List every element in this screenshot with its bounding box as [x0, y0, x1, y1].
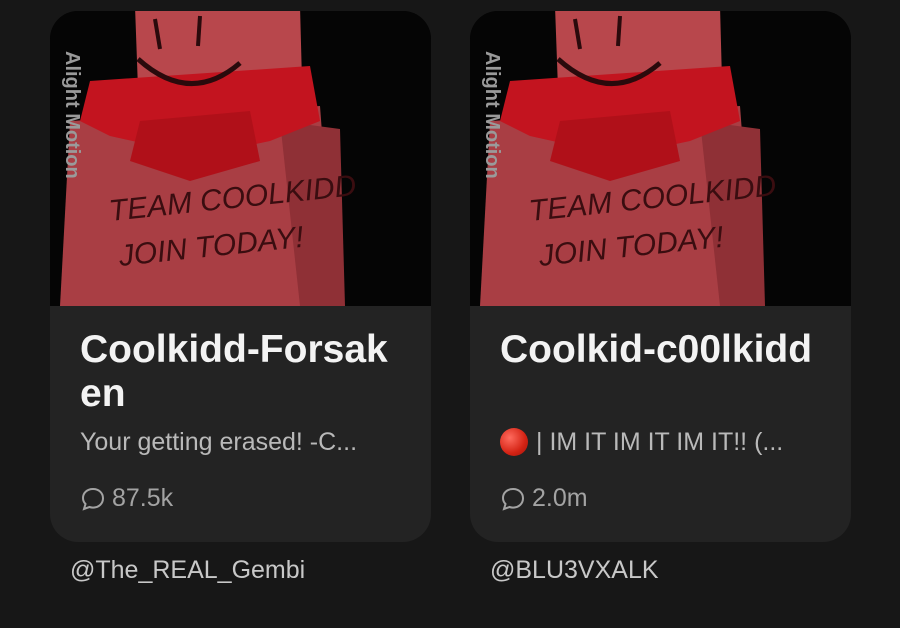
- character-card-wrap: TEAM COOLKIDD JOIN TODAY! Alight Motion …: [50, 11, 431, 585]
- character-title: Coolkid-c00lkidd: [500, 328, 813, 371]
- red-circle-icon: [500, 428, 528, 456]
- chat-bubble-icon: [501, 487, 525, 511]
- character-title: Coolkidd-Forsaken: [80, 328, 388, 415]
- chat-bubble-icon: [81, 487, 105, 511]
- character-grid: TEAM COOLKIDD JOIN TODAY! Alight Motion …: [0, 0, 900, 628]
- character-thumbnail: TEAM COOLKIDD JOIN TODAY! Alight Motion: [50, 11, 431, 306]
- interaction-count-value: 87.5k: [112, 484, 174, 512]
- character-card[interactable]: TEAM COOLKIDD JOIN TODAY! Alight Motion …: [50, 11, 431, 542]
- character-image: TEAM COOLKIDD JOIN TODAY! Alight Motion: [50, 11, 431, 306]
- card-body: Coolkidd-Forsaken Your getting erased! -…: [50, 306, 431, 513]
- interaction-count-value: 2.0m: [532, 484, 588, 512]
- description-text: | IM IT IM IT IM IT!! (...: [536, 428, 784, 456]
- description-text: Your getting erased! -C...: [80, 428, 358, 456]
- interaction-count: 87.5k: [80, 484, 401, 513]
- creator-link[interactable]: @BLU3VXALK: [470, 556, 851, 585]
- watermark-text: Alight Motion: [481, 51, 503, 179]
- creator-link[interactable]: @The_REAL_Gembi: [50, 556, 431, 585]
- character-description: Your getting erased! -C...: [80, 426, 401, 458]
- watermark-text: Alight Motion: [61, 51, 83, 179]
- character-thumbnail: TEAM COOLKIDD JOIN TODAY! Alight Motion: [470, 11, 851, 306]
- character-description: | IM IT IM IT IM IT!! (...: [500, 426, 821, 458]
- character-image: TEAM COOLKIDD JOIN TODAY! Alight Motion: [470, 11, 851, 306]
- character-card-wrap: TEAM COOLKIDD JOIN TODAY! Alight Motion …: [470, 11, 851, 585]
- interaction-count: 2.0m: [500, 484, 821, 513]
- card-body: Coolkid-c00lkidd | IM IT IM IT IM IT!! (…: [470, 306, 851, 513]
- character-card[interactable]: TEAM COOLKIDD JOIN TODAY! Alight Motion …: [470, 11, 851, 542]
